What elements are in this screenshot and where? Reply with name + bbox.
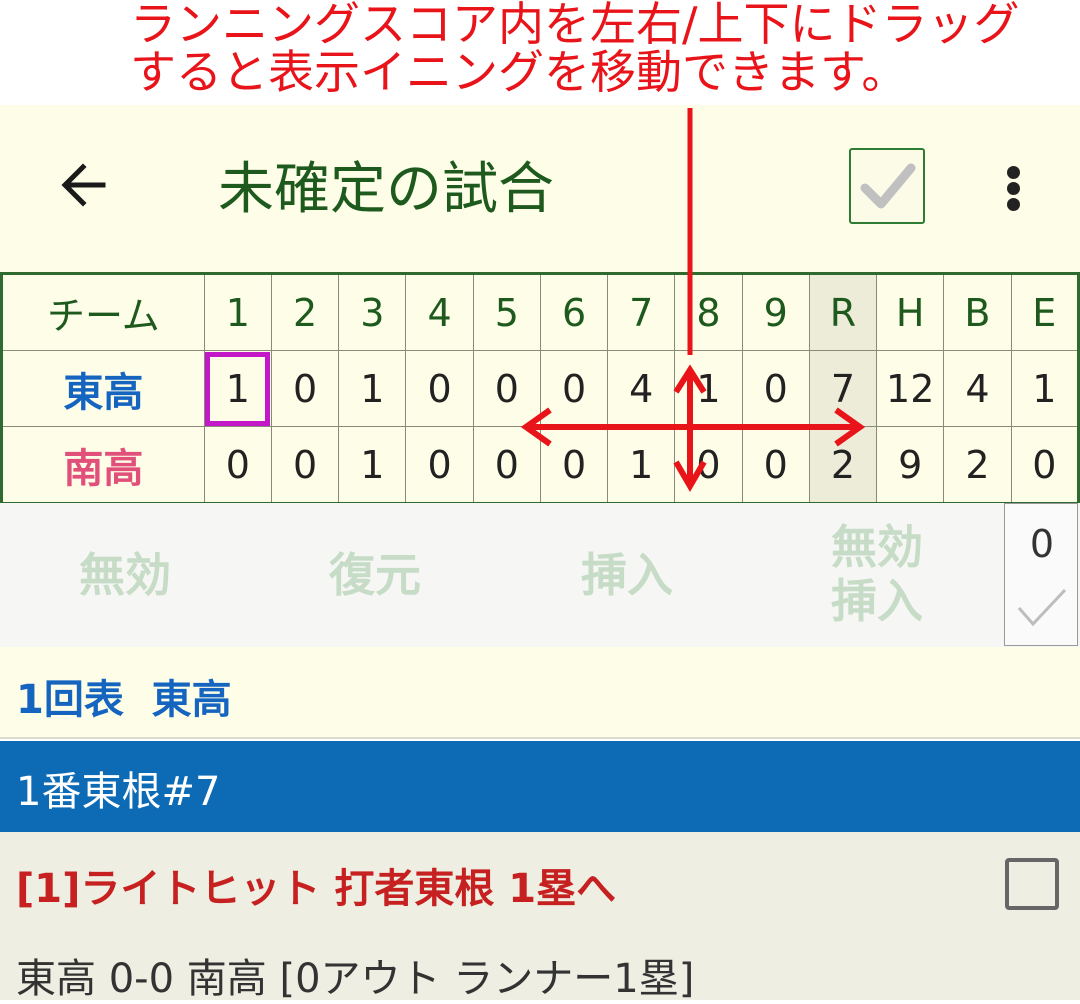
header-inning-1: 1 xyxy=(203,273,272,351)
confirm-game-button[interactable] xyxy=(849,148,925,224)
header-inning-4: 4 xyxy=(405,273,474,351)
header-runs: R xyxy=(808,273,878,351)
score-cell[interactable]: 0 xyxy=(405,350,474,427)
score-cell[interactable]: 1 xyxy=(674,350,743,427)
runs-total-cell: 2 xyxy=(808,426,878,504)
score-cell[interactable]: 0 xyxy=(203,426,272,504)
check-icon xyxy=(860,163,916,209)
score-cell[interactable]: 0 xyxy=(472,350,541,427)
more-vert-icon-dot xyxy=(1007,198,1020,211)
header-inning-8: 8 xyxy=(674,273,743,351)
back-button[interactable] xyxy=(55,155,115,215)
drag-hint-line2: すると表示イニングを移動できます。 xyxy=(130,45,908,99)
score-cell[interactable]: 1 xyxy=(338,426,407,504)
header-walks: B xyxy=(943,273,1012,351)
score-cell[interactable]: 0 xyxy=(674,426,743,504)
score-cell[interactable]: 4 xyxy=(607,350,676,427)
restore-button[interactable]: 復元 xyxy=(310,548,440,602)
game-status: 東高 0-0 南高 [0アウト ランナー1塁] xyxy=(16,956,695,1002)
score-cell[interactable]: 0 xyxy=(270,426,340,504)
score-cell[interactable]: 1 xyxy=(338,350,407,427)
header-errors: E xyxy=(1010,273,1080,351)
header-inning-9: 9 xyxy=(741,273,810,351)
hits-cell: 12 xyxy=(876,350,945,427)
arrow-left-icon xyxy=(61,163,106,207)
walks-cell: 2 xyxy=(943,426,1012,504)
runs-total-cell: 7 xyxy=(808,350,878,427)
errors-cell: 1 xyxy=(1010,350,1080,427)
batter-label: 1番東根#7 xyxy=(16,769,221,815)
score-cell[interactable]: 0 xyxy=(270,350,340,427)
check-icon xyxy=(1017,588,1067,627)
score-cell[interactable]: 0 xyxy=(539,426,609,504)
score-cell-selected[interactable]: 1 xyxy=(203,350,272,427)
inning-header[interactable]: 1回表 東高 xyxy=(0,647,1080,739)
play-checkbox[interactable] xyxy=(1005,858,1059,910)
score-cell[interactable]: 0 xyxy=(741,426,810,504)
header-inning-3: 3 xyxy=(338,273,407,351)
invalid-insert-line1: 無効 xyxy=(831,520,923,574)
play-description: [1]ライトヒット 打者東根 1塁へ xyxy=(16,866,617,912)
drag-hint-annotation: ランニングスコア内を左右/上下にドラッグ すると表示イニングを移動できます。 xyxy=(130,0,1080,105)
header-inning-2: 2 xyxy=(270,273,340,351)
score-cell[interactable]: 0 xyxy=(539,350,609,427)
counter-value: 0 xyxy=(1029,522,1055,566)
counter-toggle[interactable]: 0 xyxy=(1004,503,1078,646)
more-menu-button[interactable] xyxy=(996,160,1032,216)
running-score-table[interactable]: チーム 1 2 3 4 5 6 7 8 9 R H B E 東高 1 0 1 0… xyxy=(0,272,1080,505)
hits-cell: 9 xyxy=(876,426,945,504)
walks-cell: 4 xyxy=(943,350,1012,427)
batter-row[interactable]: 1番東根#7 xyxy=(0,741,1080,832)
invalid-insert-button[interactable]: 無効 挿入 xyxy=(812,520,942,628)
header-hits: H xyxy=(876,273,945,351)
invalid-insert-line2: 挿入 xyxy=(831,574,923,628)
more-vert-icon xyxy=(1007,166,1020,179)
inning-label: 1回表 東高 xyxy=(16,677,232,723)
header-inning-5: 5 xyxy=(472,273,541,351)
header-inning-6: 6 xyxy=(539,273,609,351)
header-inning-7: 7 xyxy=(607,273,676,351)
score-cell[interactable]: 1 xyxy=(607,426,676,504)
score-cell[interactable]: 0 xyxy=(472,426,541,504)
header-team: チーム xyxy=(1,273,205,351)
page-title: 未確定の試合 xyxy=(218,157,554,222)
team-name-south[interactable]: 南高 xyxy=(1,426,205,504)
drag-hint-line1: ランニングスコア内を左右/上下にドラッグ xyxy=(130,0,1020,51)
team-name-east[interactable]: 東高 xyxy=(1,350,205,427)
score-header-row: チーム 1 2 3 4 5 6 7 8 9 R H B E xyxy=(1,273,1080,351)
score-cell[interactable]: 0 xyxy=(405,426,474,504)
insert-button[interactable]: 挿入 xyxy=(562,548,692,602)
errors-cell: 0 xyxy=(1010,426,1080,504)
more-vert-icon-dot xyxy=(1007,182,1020,195)
score-row-east: 東高 1 0 1 0 0 0 4 1 0 7 12 4 1 xyxy=(1,350,1080,427)
score-cell[interactable]: 0 xyxy=(741,350,810,427)
score-row-south: 南高 0 0 1 0 0 0 1 0 0 2 9 2 0 xyxy=(1,426,1080,504)
invalidate-button[interactable]: 無効 xyxy=(60,548,190,602)
